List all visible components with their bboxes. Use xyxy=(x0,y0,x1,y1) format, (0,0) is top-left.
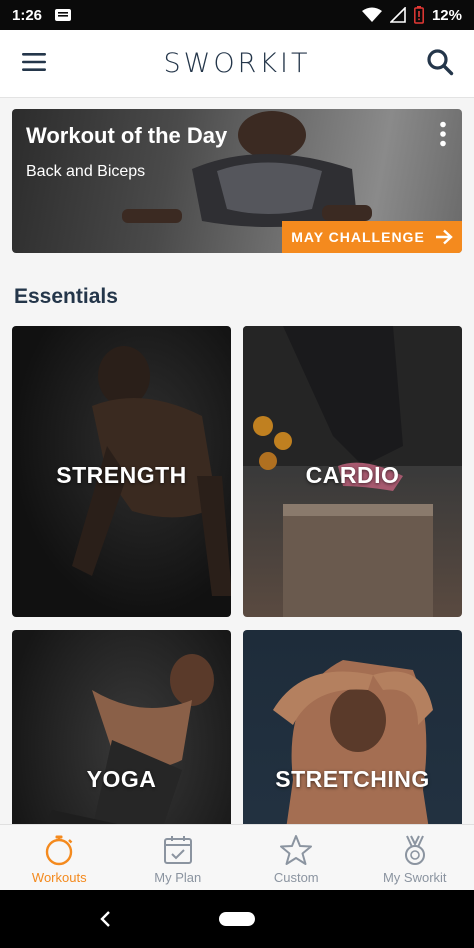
notification-icon xyxy=(55,9,72,21)
nav-workouts-label: Workouts xyxy=(31,870,87,885)
app-bar: SWORKIT xyxy=(0,30,474,98)
essentials-heading: Essentials xyxy=(14,285,118,308)
system-navigation-bar xyxy=(0,890,474,948)
medal-icon xyxy=(404,835,425,865)
strength-label: STRENGTH xyxy=(56,462,187,488)
search-icon[interactable] xyxy=(426,48,454,76)
star-icon xyxy=(280,835,313,865)
nav-my-sworkit[interactable]: My Sworkit xyxy=(356,825,474,890)
nav-my-plan-label: My Plan xyxy=(154,870,202,885)
app-logo: SWORKIT xyxy=(163,48,311,79)
may-challenge-label: MAY CHALLENGE xyxy=(291,229,425,245)
back-icon[interactable] xyxy=(96,908,116,930)
home-button[interactable] xyxy=(219,912,255,926)
workout-of-the-day-title: Workout of the Day xyxy=(26,123,228,148)
nav-workouts[interactable]: Workouts xyxy=(0,825,119,890)
more-options-icon[interactable] xyxy=(436,121,450,147)
battery-icon xyxy=(414,6,424,24)
hamburger-menu-icon[interactable] xyxy=(22,52,46,72)
nav-custom-label: Custom xyxy=(273,870,319,885)
nav-my-plan[interactable]: My Plan xyxy=(119,825,238,890)
strength-tile[interactable]: STRENGTH xyxy=(12,326,231,617)
stretching-tile-image xyxy=(273,660,433,824)
yoga-label: YOGA xyxy=(86,766,157,792)
workout-of-the-day-subtitle: Back and Biceps xyxy=(26,163,146,180)
main-content: Workout of the Day Back and Biceps MAY C… xyxy=(0,98,474,824)
status-bar: 1:26 12% xyxy=(0,0,474,30)
battery-percent: 12% xyxy=(431,6,462,24)
stopwatch-icon xyxy=(46,835,73,866)
stretching-label: STRETCHING xyxy=(275,766,430,792)
bottom-navigation: Workouts My Plan Custom My Sworkit xyxy=(0,824,474,890)
nav-custom[interactable]: Custom xyxy=(237,825,356,890)
cardio-tile[interactable]: CARDIO xyxy=(243,326,462,617)
arrow-right-icon xyxy=(435,229,453,245)
signal-icon xyxy=(389,7,406,23)
cardio-label: CARDIO xyxy=(305,462,400,488)
status-time: 1:26 xyxy=(12,6,43,24)
calendar-check-icon xyxy=(163,836,192,864)
yoga-tile-image xyxy=(45,654,214,824)
yoga-tile[interactable]: YOGA xyxy=(12,630,231,824)
nav-my-sworkit-label: My Sworkit xyxy=(382,870,447,885)
may-challenge-button[interactable]: MAY CHALLENGE xyxy=(282,221,462,253)
workout-of-the-day-card[interactable]: Workout of the Day Back and Biceps MAY C… xyxy=(12,109,462,253)
wifi-icon xyxy=(361,7,382,22)
stretching-tile[interactable]: STRETCHING xyxy=(243,630,462,824)
